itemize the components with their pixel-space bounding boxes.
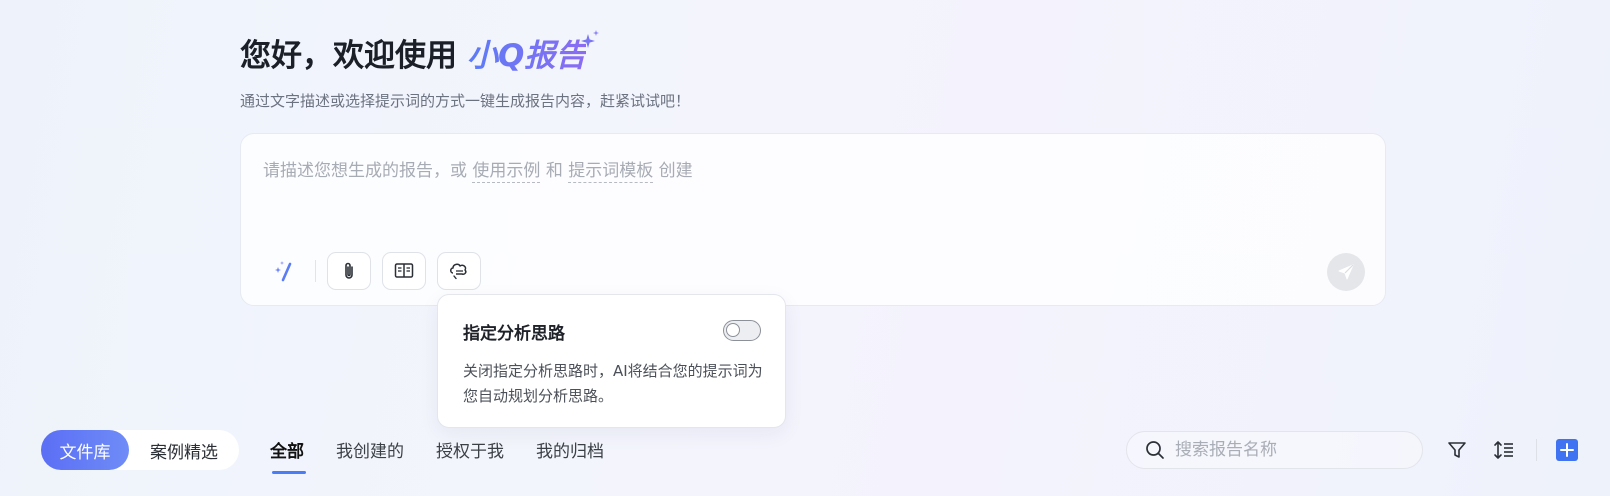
report-search-box[interactable]	[1126, 431, 1423, 469]
toolbar-divider	[315, 260, 316, 282]
report-search-input[interactable]	[1175, 440, 1405, 460]
paperclip-icon	[345, 262, 353, 279]
add-report-button[interactable]	[1556, 439, 1578, 461]
brand-name: 小Q报告	[467, 30, 586, 75]
attach-file-button[interactable]	[327, 252, 371, 290]
prompt-placeholder[interactable]: 请描述您想生成的报告，或 使用示例 和 提示词模板 创建	[263, 156, 693, 183]
placeholder-and: 和	[545, 161, 563, 181]
thinking-bubble-icon	[450, 263, 467, 280]
analysis-approach-toggle[interactable]	[723, 320, 761, 341]
prompt-toolbar	[263, 252, 492, 290]
send-icon	[1338, 264, 1354, 280]
filter-icon	[1448, 442, 1466, 458]
featured-cases-tab[interactable]: 案例精选	[129, 438, 239, 463]
send-button[interactable]	[1327, 253, 1365, 291]
toolbar-divider-right	[1536, 439, 1537, 461]
library-switch: 文件库 案例精选	[41, 430, 239, 470]
placeholder-suffix: 创建	[658, 161, 693, 181]
file-library-tab[interactable]: 文件库	[41, 430, 129, 470]
magic-wand-icon	[275, 261, 292, 282]
popover-description: 关闭指定分析思路时，AI将结合您的提示词为您自动规划分析思路。	[463, 362, 763, 405]
greeting-text: 您好，欢迎使用	[240, 38, 457, 74]
prompt-input-card[interactable]: 请描述您想生成的报告，或 使用示例 和 提示词模板 创建	[240, 133, 1386, 306]
placeholder-prefix: 请描述您想生成的报告，或	[263, 161, 467, 181]
magic-wand-button[interactable]	[263, 252, 307, 290]
use-examples-link[interactable]: 使用示例	[472, 161, 541, 183]
filter-button[interactable]	[1444, 437, 1470, 463]
popover-title: 指定分析思路	[463, 324, 565, 344]
analysis-approach-button[interactable]	[437, 252, 481, 290]
page-subtitle: 通过文字描述或选择提示词的方式一键生成报告内容，赶紧试试吧！	[240, 92, 691, 110]
book-icon	[394, 263, 414, 278]
tab-created-by-me[interactable]: 我创建的	[336, 437, 404, 462]
knowledge-base-button[interactable]	[382, 252, 426, 290]
toggle-knob	[726, 323, 740, 337]
sort-button[interactable]	[1491, 437, 1517, 463]
analysis-approach-popover: 指定分析思路 关闭指定分析思路时，AI将结合您的提示词为您自动规划分析思路。	[437, 294, 786, 428]
search-icon	[1146, 441, 1164, 459]
page-title: 您好，欢迎使用 小Q报告	[240, 30, 586, 75]
plus-icon	[1560, 443, 1574, 457]
tab-my-archive[interactable]: 我的归档	[536, 437, 604, 462]
report-filter-tabs: 全部 我创建的 授权于我 我的归档	[270, 437, 636, 474]
tab-shared-with-me[interactable]: 授权于我	[436, 437, 504, 462]
sort-icon	[1494, 441, 1513, 459]
prompt-templates-link[interactable]: 提示词模板	[568, 161, 654, 183]
sparkle-icon	[581, 30, 599, 48]
tab-all[interactable]: 全部	[270, 437, 306, 474]
